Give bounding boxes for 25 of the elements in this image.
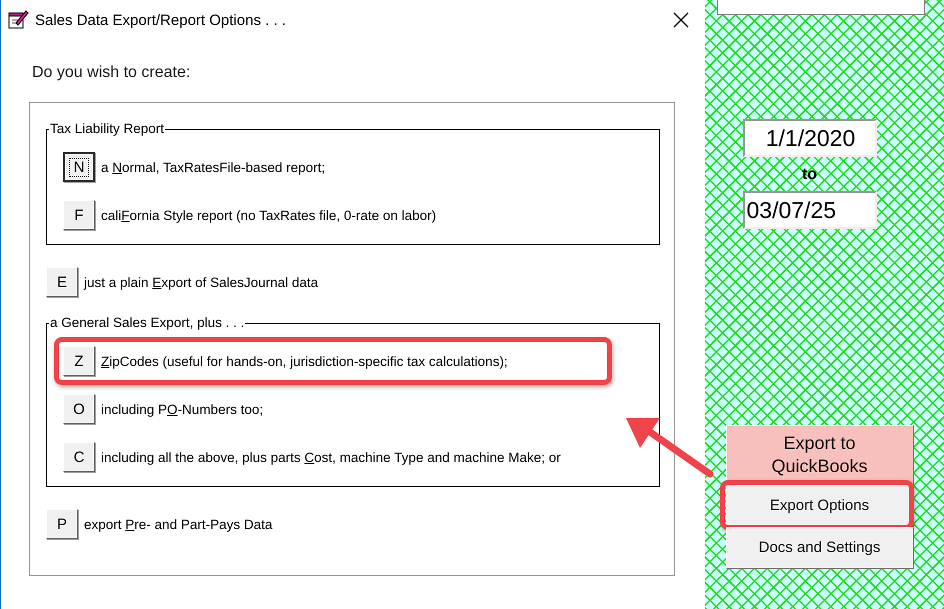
side-button[interactable]: Export to QuickBooks — [726, 425, 914, 485]
side-button[interactable]: Docs and Settings — [726, 527, 914, 569]
option-label: ZipCodes (useful for hands-on, jurisdiction-specific tax calculations); — [101, 354, 508, 368]
option-key-button[interactable]: P — [46, 509, 78, 539]
option-key-button[interactable]: N — [63, 152, 95, 182]
notepad-icon — [7, 9, 29, 31]
option-label: including all the above, plus parts Cost, machine Type and machine Make; or — [101, 450, 561, 464]
date-field[interactable]: 1/1/2020 — [742, 119, 876, 157]
prompt-text: Do you wish to create: — [32, 64, 192, 82]
option-label: just a plain Export of SalesJournal data — [84, 274, 318, 290]
option-label: caliFornia Style report (no TaxRates file, 0-rate on labor) — [101, 208, 436, 222]
group-title: a General Sales Export, plus . . . — [49, 315, 246, 331]
option-label: including PO-Numbers too; — [101, 402, 264, 416]
option-key-button[interactable]: F — [63, 200, 95, 230]
option-key-button[interactable]: O — [63, 394, 95, 424]
option-label: a Normal, TaxRatesFile-based report; — [101, 160, 326, 174]
option-key-button[interactable]: E — [46, 267, 78, 297]
group-title: Tax Liability Report — [49, 121, 166, 137]
option-label: export Pre- and Part-Pays Data — [84, 516, 272, 532]
date-field[interactable]: 03/07/25 — [742, 191, 876, 229]
option-key-button[interactable]: C — [63, 442, 95, 472]
option-key-button[interactable]: Z — [63, 346, 95, 376]
close-icon[interactable] — [673, 12, 689, 28]
window-title: Sales Data Export/Report Options . . . — [35, 12, 287, 28]
side-button[interactable]: Export Options — [726, 485, 914, 527]
